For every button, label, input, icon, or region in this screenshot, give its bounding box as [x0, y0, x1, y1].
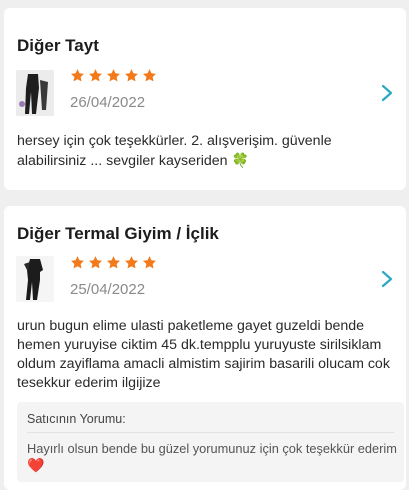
product-category-title: Diğer Termal Giyim / İçlik: [17, 224, 219, 243]
star-icon: [143, 69, 156, 82]
review-text: hersey için çok teşekkürler. 2. alışveri…: [17, 132, 402, 171]
heart-emoji-icon: ❤️: [27, 457, 45, 473]
star-icon: [71, 256, 84, 269]
rating-stars: [70, 68, 157, 83]
seller-reply-box: Satıcının Yorumu: Hayırlı olsun bende bu…: [17, 402, 404, 482]
product-thumbnail[interactable]: [16, 256, 54, 302]
seller-reply-title: Satıcının Yorumu:: [27, 412, 126, 426]
star-icon: [89, 69, 102, 82]
product-category-title: Diğer Tayt: [17, 36, 99, 55]
chevron-right-icon[interactable]: [380, 270, 394, 288]
review-card[interactable]: Diğer Termal Giyim / İçlik 25/04/2022 ur…: [4, 206, 406, 490]
star-icon: [89, 256, 102, 269]
review-card[interactable]: Diğer Tayt 26/04/2022 hersey için çok te…: [4, 8, 406, 190]
star-icon: [125, 256, 138, 269]
star-icon: [125, 69, 138, 82]
chevron-right-icon[interactable]: [380, 84, 394, 102]
review-text: urun bugun elime ulasti paketleme gayet …: [17, 318, 390, 391]
star-icon: [107, 69, 120, 82]
review-date: 25/04/2022: [70, 281, 146, 298]
product-thumbnail[interactable]: [16, 70, 54, 116]
review-date: 26/04/2022: [70, 94, 146, 111]
star-icon: [143, 256, 156, 269]
seller-reply-body: Hayırlı olsun bende bu güzel yorumunuz i…: [27, 441, 397, 456]
seller-reply-text: Hayırlı olsun bende bu güzel yorumunuz i…: [27, 440, 397, 474]
rating-stars: [70, 255, 157, 270]
review-text-body: hersey için çok teşekkürler. 2. alışveri…: [17, 133, 332, 169]
star-icon: [107, 256, 120, 269]
clover-emoji-icon: 🍀: [231, 152, 249, 168]
divider: [27, 432, 394, 433]
star-icon: [71, 69, 84, 82]
